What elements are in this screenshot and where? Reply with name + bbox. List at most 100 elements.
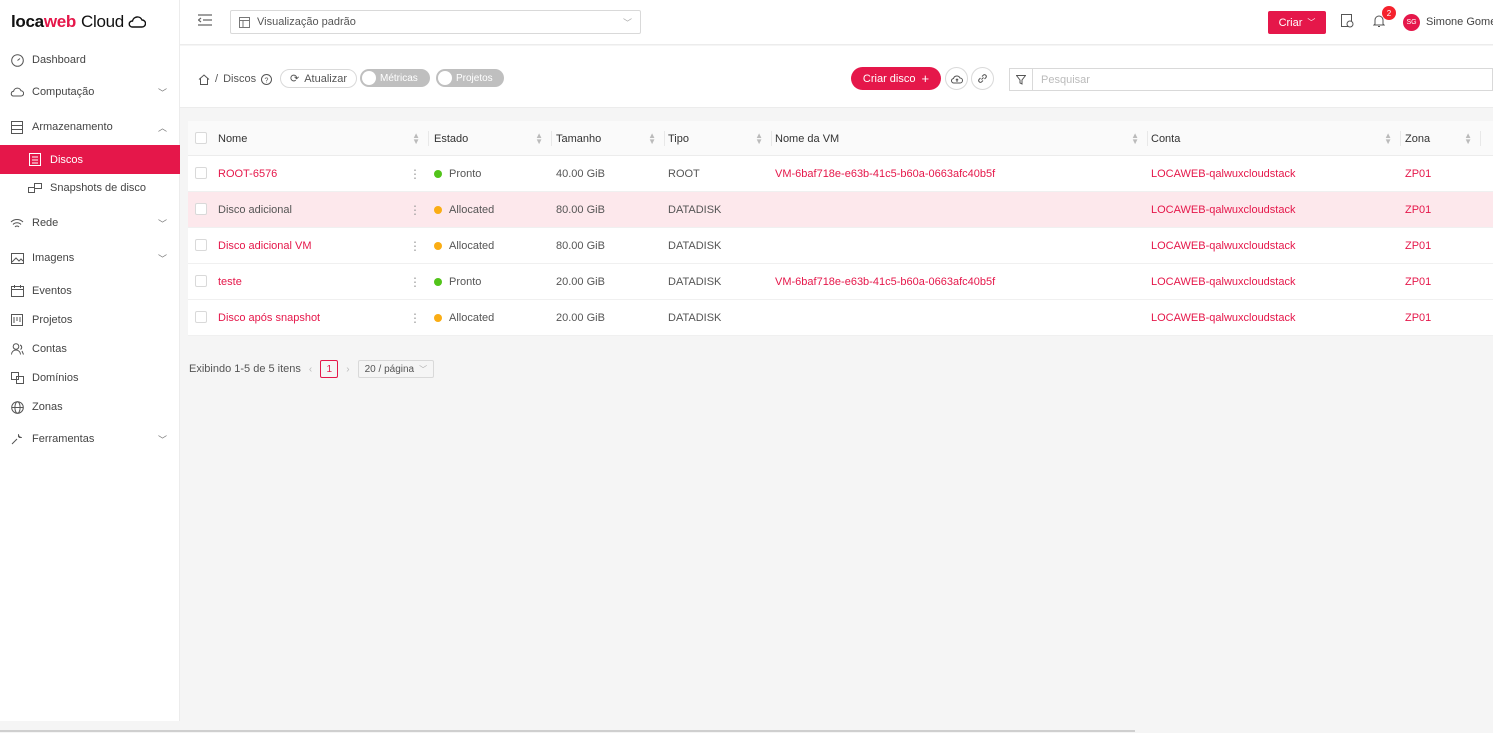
sidebar-item-discos[interactable]: Discos: [0, 145, 180, 174]
more-actions-icon[interactable]: ⋮: [409, 228, 421, 264]
username[interactable]: Simone Gomes: [1426, 16, 1493, 28]
brand-logo[interactable]: loca web Cloud: [0, 0, 179, 44]
disk-name-link[interactable]: Disco após snapshot: [218, 300, 320, 336]
disk-name-link[interactable]: Disco adicional: [218, 192, 292, 228]
create-disk-button[interactable]: Criar disco +: [851, 67, 941, 90]
row-checkbox[interactable]: [195, 239, 207, 251]
cloud-icon: [10, 85, 24, 99]
chevron-down-icon: ﹀: [157, 87, 167, 98]
search-input[interactable]: [1032, 68, 1493, 91]
zone-link[interactable]: ZP01: [1405, 300, 1431, 336]
row-checkbox[interactable]: [195, 203, 207, 215]
horizontal-scrollbar[interactable]: [0, 730, 1135, 732]
sidebar-item-dominios[interactable]: Domínios: [0, 364, 180, 392]
sidebar-item-dashboard[interactable]: Dashboard: [0, 46, 180, 74]
page-size-select[interactable]: 20 / página ﹀: [357, 360, 435, 378]
vm-name-link[interactable]: VM-6baf718e-e63b-41c5-b60a-0663afc40b5f: [775, 264, 995, 300]
sidebar-item-eventos[interactable]: Eventos: [0, 277, 180, 305]
zone-link[interactable]: ZP01: [1405, 228, 1431, 264]
table-row[interactable]: Disco após snapshot ⋮ Allocated 20.00 GiB DA…: [188, 300, 1493, 336]
sidebar-item-label: Zonas: [32, 401, 63, 413]
more-actions-icon[interactable]: ⋮: [409, 300, 421, 336]
column-header-tipo[interactable]: Tipo ▲ ▼: [668, 121, 769, 156]
sidebar-item-imagens[interactable]: Imagens ﹀: [0, 244, 180, 272]
sidebar-item-contas[interactable]: Contas: [0, 335, 180, 363]
sidebar-item-label: Rede: [32, 217, 59, 229]
column-separator: [664, 131, 665, 146]
account-link[interactable]: LOCAWEB-qalwuxcloudstack: [1151, 192, 1295, 228]
more-actions-icon[interactable]: ⋮: [409, 264, 421, 300]
account-link[interactable]: LOCAWEB-qalwuxcloudstack: [1151, 156, 1295, 192]
more-actions-icon[interactable]: ⋮: [409, 192, 421, 228]
projects-toggle[interactable]: Projetos: [436, 69, 504, 87]
resource-icon[interactable]: [1341, 14, 1354, 31]
view-select[interactable]: Visualização padrão ﹀: [230, 10, 641, 34]
row-checkbox[interactable]: [195, 275, 207, 287]
next-page-icon[interactable]: ›: [346, 364, 349, 375]
chevron-up-icon: ︿: [157, 122, 167, 133]
sidebar-item-rede[interactable]: Rede ﹀: [0, 209, 180, 237]
account-link[interactable]: LOCAWEB-qalwuxcloudstack: [1151, 300, 1295, 336]
disk-name-link[interactable]: teste: [218, 264, 242, 300]
sort-icon[interactable]: ▲ ▼: [412, 131, 420, 145]
status-cell: Pronto: [434, 156, 481, 192]
row-checkbox[interactable]: [195, 311, 207, 323]
column-header-zona[interactable]: Zona ▲ ▼: [1405, 121, 1478, 156]
zone-link[interactable]: ZP01: [1405, 156, 1431, 192]
account-link[interactable]: LOCAWEB-qalwuxcloudstack: [1151, 228, 1295, 264]
refresh-icon: ⟳: [290, 73, 300, 85]
vm-name-link[interactable]: VM-6baf718e-e63b-41c5-b60a-0663afc40b5f: [775, 156, 995, 192]
zone-link[interactable]: ZP01: [1405, 192, 1431, 228]
page-1-button[interactable]: 1: [320, 360, 339, 378]
table-row[interactable]: ROOT-6576 ⋮ Pronto 40.00 GiB ROOT VM-6baf718e…: [188, 156, 1493, 192]
table-row[interactable]: teste ⋮ Pronto 20.00 GiB DATADISK VM-6baf718e…: [188, 264, 1493, 300]
filter-button[interactable]: [1009, 68, 1033, 91]
sidebar-item-computacao[interactable]: Computação ﹀: [0, 78, 180, 106]
table-row[interactable]: Disco adicional ⋮ Allocated 80.00 GiB DATADI…: [188, 192, 1493, 228]
sidebar-item-snapshots-de-disco[interactable]: Snapshots de disco: [0, 174, 180, 202]
column-header-tamanho[interactable]: Tamanho ▲ ▼: [556, 121, 662, 156]
more-actions-icon[interactable]: ⋮: [409, 156, 421, 192]
create-button[interactable]: Criar ﹀: [1268, 11, 1326, 34]
disk-type: DATADISK: [668, 240, 722, 252]
disk-type: DATADISK: [668, 276, 722, 288]
sort-icon[interactable]: ▲ ▼: [1131, 131, 1139, 145]
sort-icon[interactable]: ▲ ▼: [755, 131, 763, 145]
status-dot-icon: [434, 170, 442, 178]
chevron-down-icon: ﹀: [419, 364, 428, 374]
column-header-label: Nome: [218, 132, 248, 145]
column-header-nome-da-vm[interactable]: Nome da VM ▲ ▼: [775, 121, 1145, 156]
sidebar-item-armazenamento[interactable]: Armazenamento ︿: [0, 113, 180, 141]
menu-collapse-icon[interactable]: [197, 14, 212, 29]
sidebar-item-zonas[interactable]: Zonas: [0, 393, 180, 421]
link-button[interactable]: [971, 67, 994, 90]
sidebar-item-ferramentas[interactable]: Ferramentas ﹀: [0, 425, 180, 453]
avatar[interactable]: SG: [1403, 14, 1420, 31]
sort-icon[interactable]: ▲ ▼: [535, 131, 543, 145]
chevron-down-icon: ﹀: [157, 218, 167, 229]
select-all-checkbox[interactable]: [195, 132, 207, 144]
column-header-nome[interactable]: Nome ▲ ▼: [218, 121, 426, 156]
sort-icon[interactable]: ▲ ▼: [1384, 131, 1392, 145]
refresh-label: Atualizar: [304, 72, 348, 85]
table-row[interactable]: Disco adicional VM ⋮ Allocated 80.00 GiB DAT…: [188, 228, 1493, 264]
status-dot-icon: [434, 206, 442, 214]
disk-name-link[interactable]: ROOT-6576: [218, 156, 277, 192]
zone-link[interactable]: ZP01: [1405, 264, 1431, 300]
column-separator: [1480, 131, 1481, 146]
home-icon[interactable]: [198, 73, 210, 85]
sort-icon[interactable]: ▲ ▼: [1464, 131, 1472, 145]
refresh-button[interactable]: ⟳ Atualizar: [280, 69, 358, 88]
column-header-conta[interactable]: Conta ▲ ▼: [1151, 121, 1398, 156]
column-header-estado[interactable]: Estado ▲ ▼: [434, 121, 549, 156]
prev-page-icon[interactable]: ‹: [309, 364, 312, 375]
row-checkbox[interactable]: [195, 167, 207, 179]
help-icon[interactable]: ?: [261, 73, 273, 85]
account-link[interactable]: LOCAWEB-qalwuxcloudstack: [1151, 264, 1295, 300]
sidebar-item-projetos[interactable]: Projetos: [0, 306, 180, 334]
upload-button[interactable]: [945, 67, 968, 90]
sort-icon[interactable]: ▲ ▼: [648, 131, 656, 145]
create-button-label: Criar: [1278, 16, 1303, 29]
disk-name-link[interactable]: Disco adicional VM: [218, 228, 312, 264]
metrics-toggle[interactable]: Métricas: [360, 69, 430, 87]
